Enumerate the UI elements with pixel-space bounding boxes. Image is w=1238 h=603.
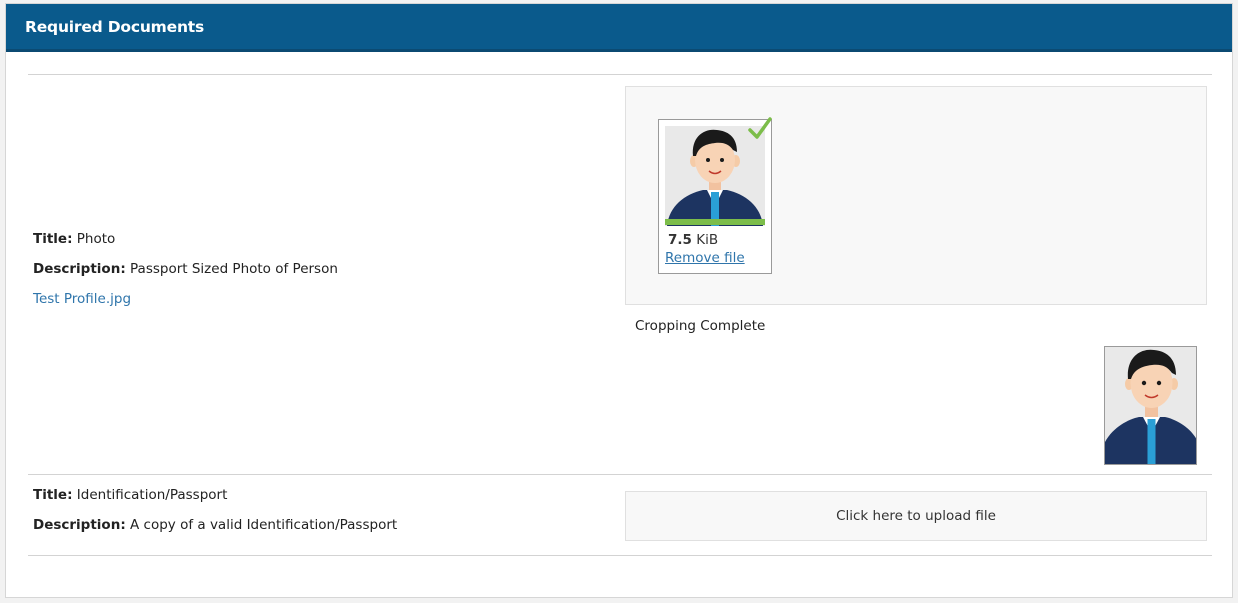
title-label: Title: bbox=[33, 231, 73, 247]
document-title: Photo bbox=[76, 231, 116, 247]
file-preview: 7.5 KiB Remove file bbox=[658, 117, 772, 274]
upload-button-label: Click here to upload file bbox=[836, 508, 996, 524]
check-icon bbox=[748, 117, 772, 139]
file-size: 7.5 KiB bbox=[668, 232, 718, 248]
document-description-row: Description: Passport Sized Photo of Per… bbox=[33, 261, 338, 277]
document-description-row: Description: A copy of a valid Identific… bbox=[33, 517, 397, 533]
file-size-value: 7.5 bbox=[668, 232, 692, 248]
description-label: Description: bbox=[33, 261, 126, 277]
divider bbox=[28, 474, 1212, 475]
document-title-row: Title: Identification/Passport bbox=[33, 487, 227, 503]
panel-header: Required Documents bbox=[6, 4, 1232, 52]
divider bbox=[28, 555, 1212, 556]
required-documents-panel: Required Documents Title: Photo Descript… bbox=[5, 3, 1233, 598]
document-description: Passport Sized Photo of Person bbox=[130, 261, 338, 277]
crop-status: Cropping Complete bbox=[635, 318, 766, 334]
cropped-avatar-image bbox=[1105, 347, 1196, 464]
description-label: Description: bbox=[33, 517, 126, 533]
remove-file-link[interactable]: Remove file bbox=[665, 250, 745, 266]
document-description: A copy of a valid Identification/Passpor… bbox=[130, 517, 398, 533]
cropped-photo bbox=[1104, 346, 1197, 465]
document-title-row: Title: Photo bbox=[33, 231, 115, 247]
upload-progress-bar bbox=[665, 219, 765, 225]
photo-dropzone[interactable]: 7.5 KiB Remove file bbox=[625, 86, 1207, 305]
panel-title: Required Documents bbox=[25, 17, 205, 36]
document-title: Identification/Passport bbox=[76, 487, 228, 503]
upload-file-button[interactable]: Click here to upload file bbox=[625, 491, 1207, 541]
file-size-unit: KiB bbox=[696, 232, 719, 248]
upload-progress-fill bbox=[665, 219, 765, 225]
divider bbox=[28, 74, 1212, 75]
uploaded-file-link[interactable]: Test Profile.jpg bbox=[33, 291, 131, 307]
title-label: Title: bbox=[33, 487, 73, 503]
